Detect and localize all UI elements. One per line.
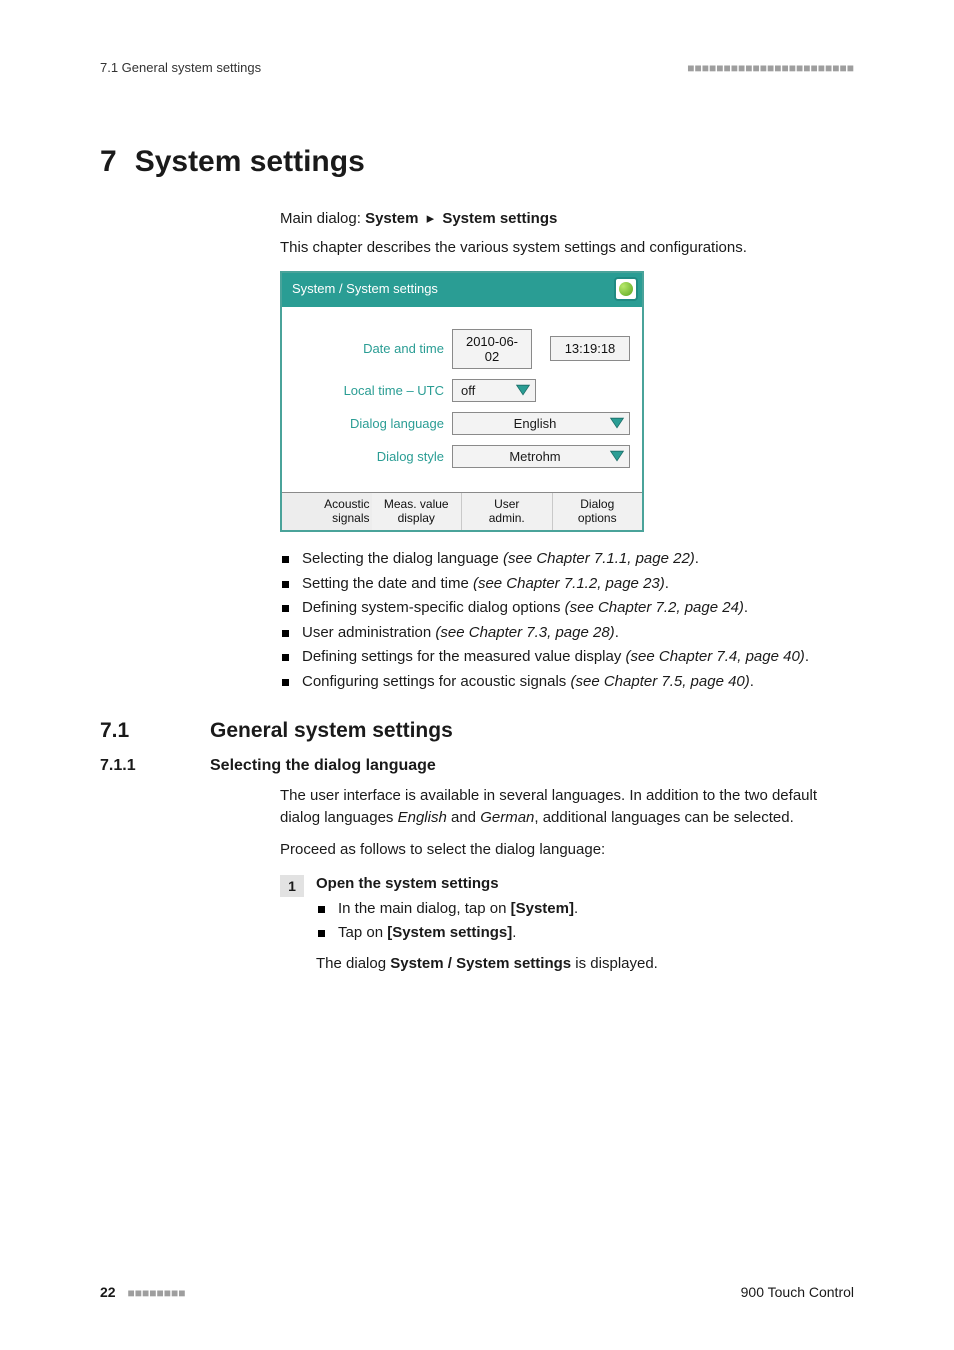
topic-bullet-list: Selecting the dialog language (see Chapt…: [280, 548, 854, 693]
chevron-right-icon: ▸: [427, 209, 435, 227]
localtime-dropdown[interactable]: off: [452, 379, 536, 402]
field-label-localtime: Local time – UTC: [294, 383, 452, 398]
cross-reference[interactable]: (see Chapter 7.1.1, page 22): [503, 550, 695, 567]
acoustic-signals-button[interactable]: Acoustic signals: [282, 493, 372, 531]
numbered-step: 1 Open the system settings In the main d…: [280, 875, 854, 975]
toolbar-bottom: Acoustic signals Meas. value display Use…: [282, 492, 642, 531]
list-item: Selecting the dialog language (see Chapt…: [280, 548, 854, 571]
chapter-heading: 7 System settings: [100, 145, 854, 179]
chapter-number: 7: [100, 145, 117, 178]
footer-left: 22 ■■■■■■■■: [100, 1284, 187, 1300]
breadcrumb-prefix: Main dialog:: [280, 210, 365, 227]
running-header: 7.1 General system settings ■■■■■■■■■■■■…: [100, 60, 854, 75]
step-title: Open the system settings: [316, 875, 854, 892]
meas-value-display-button[interactable]: Meas. value display: [372, 493, 463, 531]
window-titlebar: System / System settings: [282, 273, 642, 307]
chapter-title: System settings: [135, 145, 365, 178]
page-footer: 22 ■■■■■■■■ 900 Touch Control: [100, 1284, 854, 1300]
dropdown-value: English: [461, 416, 609, 431]
breadcrumb-item: System: [365, 210, 418, 227]
user-admin-button[interactable]: User admin.: [462, 493, 553, 531]
field-label-style: Dialog style: [294, 449, 452, 464]
page-number: 22: [100, 1284, 116, 1300]
product-name: 900 Touch Control: [741, 1284, 854, 1300]
body-paragraph: Proceed as follows to select the dialog …: [280, 839, 854, 861]
section-title: General system settings: [210, 719, 453, 743]
time-field[interactable]: 13:19:18: [550, 336, 630, 361]
section-heading: 7.1 General system settings: [100, 719, 854, 743]
cross-reference[interactable]: (see Chapter 7.5, page 40): [570, 673, 749, 690]
emphasis: English: [398, 809, 447, 826]
list-item: Defining system-specific dialog options …: [280, 597, 854, 620]
list-item: In the main dialog, tap on [System].: [316, 898, 854, 921]
list-item: Setting the date and time (see Chapter 7…: [280, 573, 854, 596]
window-title: System / System settings: [292, 281, 438, 296]
ui-reference: [System]: [511, 900, 574, 917]
style-dropdown[interactable]: Metrohm: [452, 445, 630, 468]
subsection-title: Selecting the dialog language: [210, 757, 436, 775]
ui-reference: [System settings]: [387, 924, 512, 941]
system-settings-screenshot: System / System settings Date and time 2…: [280, 271, 644, 533]
subsection-number: 7.1.1: [100, 757, 210, 775]
footer-decoration: ■■■■■■■■: [127, 1286, 185, 1300]
status-indicator-icon: [614, 277, 638, 301]
cross-reference[interactable]: (see Chapter 7.4, page 40): [626, 648, 805, 665]
list-item: Tap on [System settings].: [316, 922, 854, 945]
list-item: Configuring settings for acoustic signal…: [280, 671, 854, 694]
header-section-path: 7.1 General system settings: [100, 60, 261, 75]
subsection-heading: 7.1.1 Selecting the dialog language: [100, 757, 854, 775]
chevron-down-icon: [609, 416, 625, 430]
step-number-badge: 1: [280, 875, 304, 897]
step-action-list: In the main dialog, tap on [System]. Tap…: [316, 898, 854, 945]
breadcrumb: Main dialog: System ▸ System settings: [280, 209, 854, 227]
chevron-down-icon: [609, 449, 625, 463]
cross-reference[interactable]: (see Chapter 7.3, page 28): [435, 624, 614, 641]
date-field[interactable]: 2010-06-02: [452, 329, 532, 369]
section-number: 7.1: [100, 719, 210, 743]
cross-reference[interactable]: (see Chapter 7.1.2, page 23): [473, 575, 665, 592]
cross-reference[interactable]: (see Chapter 7.2, page 24): [565, 599, 744, 616]
chevron-down-icon: [515, 383, 531, 397]
dialog-options-button[interactable]: Dialog options: [553, 493, 643, 531]
intro-paragraph: This chapter describes the various syste…: [280, 237, 854, 259]
list-item: User administration (see Chapter 7.3, pa…: [280, 622, 854, 645]
field-label-date: Date and time: [294, 341, 452, 356]
dropdown-value: off: [461, 383, 475, 398]
breadcrumb-item: System settings: [442, 210, 557, 227]
dropdown-value: Metrohm: [461, 449, 609, 464]
field-label-language: Dialog language: [294, 416, 452, 431]
emphasis: German: [480, 809, 534, 826]
list-item: Defining settings for the measured value…: [280, 646, 854, 669]
header-decoration: ■■■■■■■■■■■■■■■■■■■■■■■: [687, 61, 854, 75]
language-dropdown[interactable]: English: [452, 412, 630, 435]
body-paragraph: The user interface is available in sever…: [280, 785, 854, 829]
step-result: The dialog System / System settings is d…: [316, 953, 854, 975]
ui-reference: System / System settings: [390, 955, 571, 972]
